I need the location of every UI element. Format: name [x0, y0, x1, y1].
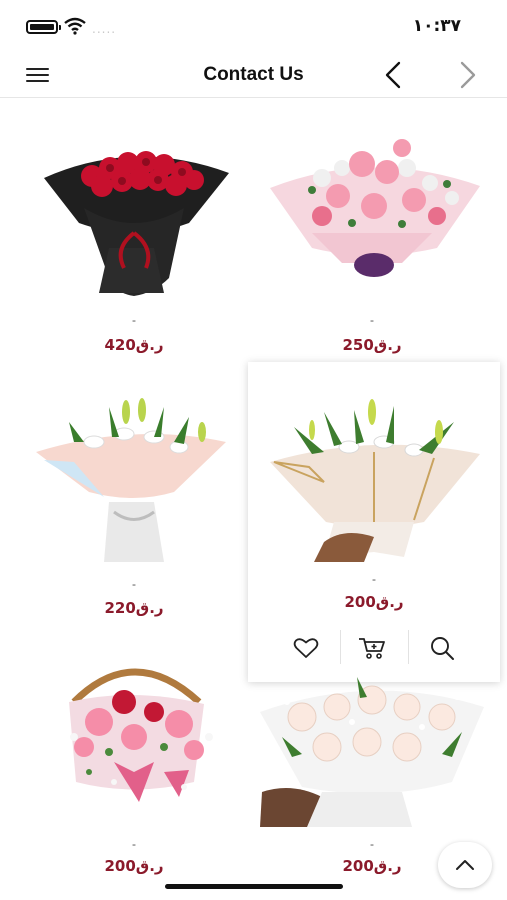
- top-bar: Contact Us: [0, 50, 507, 98]
- product-image[interactable]: [252, 128, 492, 308]
- product-image[interactable]: [252, 662, 492, 837]
- chevron-left-icon[interactable]: [380, 60, 408, 90]
- battery-icon: [26, 20, 61, 34]
- scroll-to-top-button[interactable]: [438, 842, 492, 888]
- product-subtitle: -: [132, 837, 136, 851]
- wifi-icon: [64, 17, 86, 35]
- status-bar: ..... ١٠:٣٧: [0, 0, 507, 50]
- page-title: Contact Us: [203, 64, 304, 85]
- product-image[interactable]: [14, 392, 254, 567]
- status-time: ١٠:٣٧: [412, 16, 461, 36]
- cart-icon[interactable]: [358, 636, 386, 660]
- home-indicator: [165, 884, 343, 889]
- product-subtitle: -: [132, 313, 136, 327]
- product-card[interactable]: - ر.ق250: [252, 128, 492, 368]
- product-card[interactable]: - ر.ق420: [14, 128, 254, 368]
- product-card[interactable]: - ر.ق220: [14, 392, 254, 620]
- product-price: ر.ق200: [104, 857, 164, 875]
- product-price: ر.ق420: [104, 336, 164, 354]
- product-image[interactable]: [14, 662, 254, 837]
- chevron-right-icon[interactable]: [453, 60, 481, 90]
- product-subtitle: -: [372, 572, 376, 586]
- signal-strength: .....: [92, 22, 117, 36]
- product-card[interactable]: - ر.ق200: [254, 392, 494, 620]
- search-icon[interactable]: [429, 635, 455, 661]
- product-price: ر.ق250: [342, 336, 402, 354]
- product-image[interactable]: [14, 128, 254, 308]
- heart-icon[interactable]: [293, 637, 319, 659]
- product-price: ر.ق200: [344, 593, 404, 611]
- product-card[interactable]: - ر.ق200: [14, 662, 254, 882]
- product-price: ر.ق220: [104, 599, 164, 617]
- product-image[interactable]: [254, 392, 494, 562]
- chevron-up-icon[interactable]: [455, 859, 475, 871]
- product-subtitle: -: [370, 313, 374, 327]
- product-subtitle: -: [132, 577, 136, 591]
